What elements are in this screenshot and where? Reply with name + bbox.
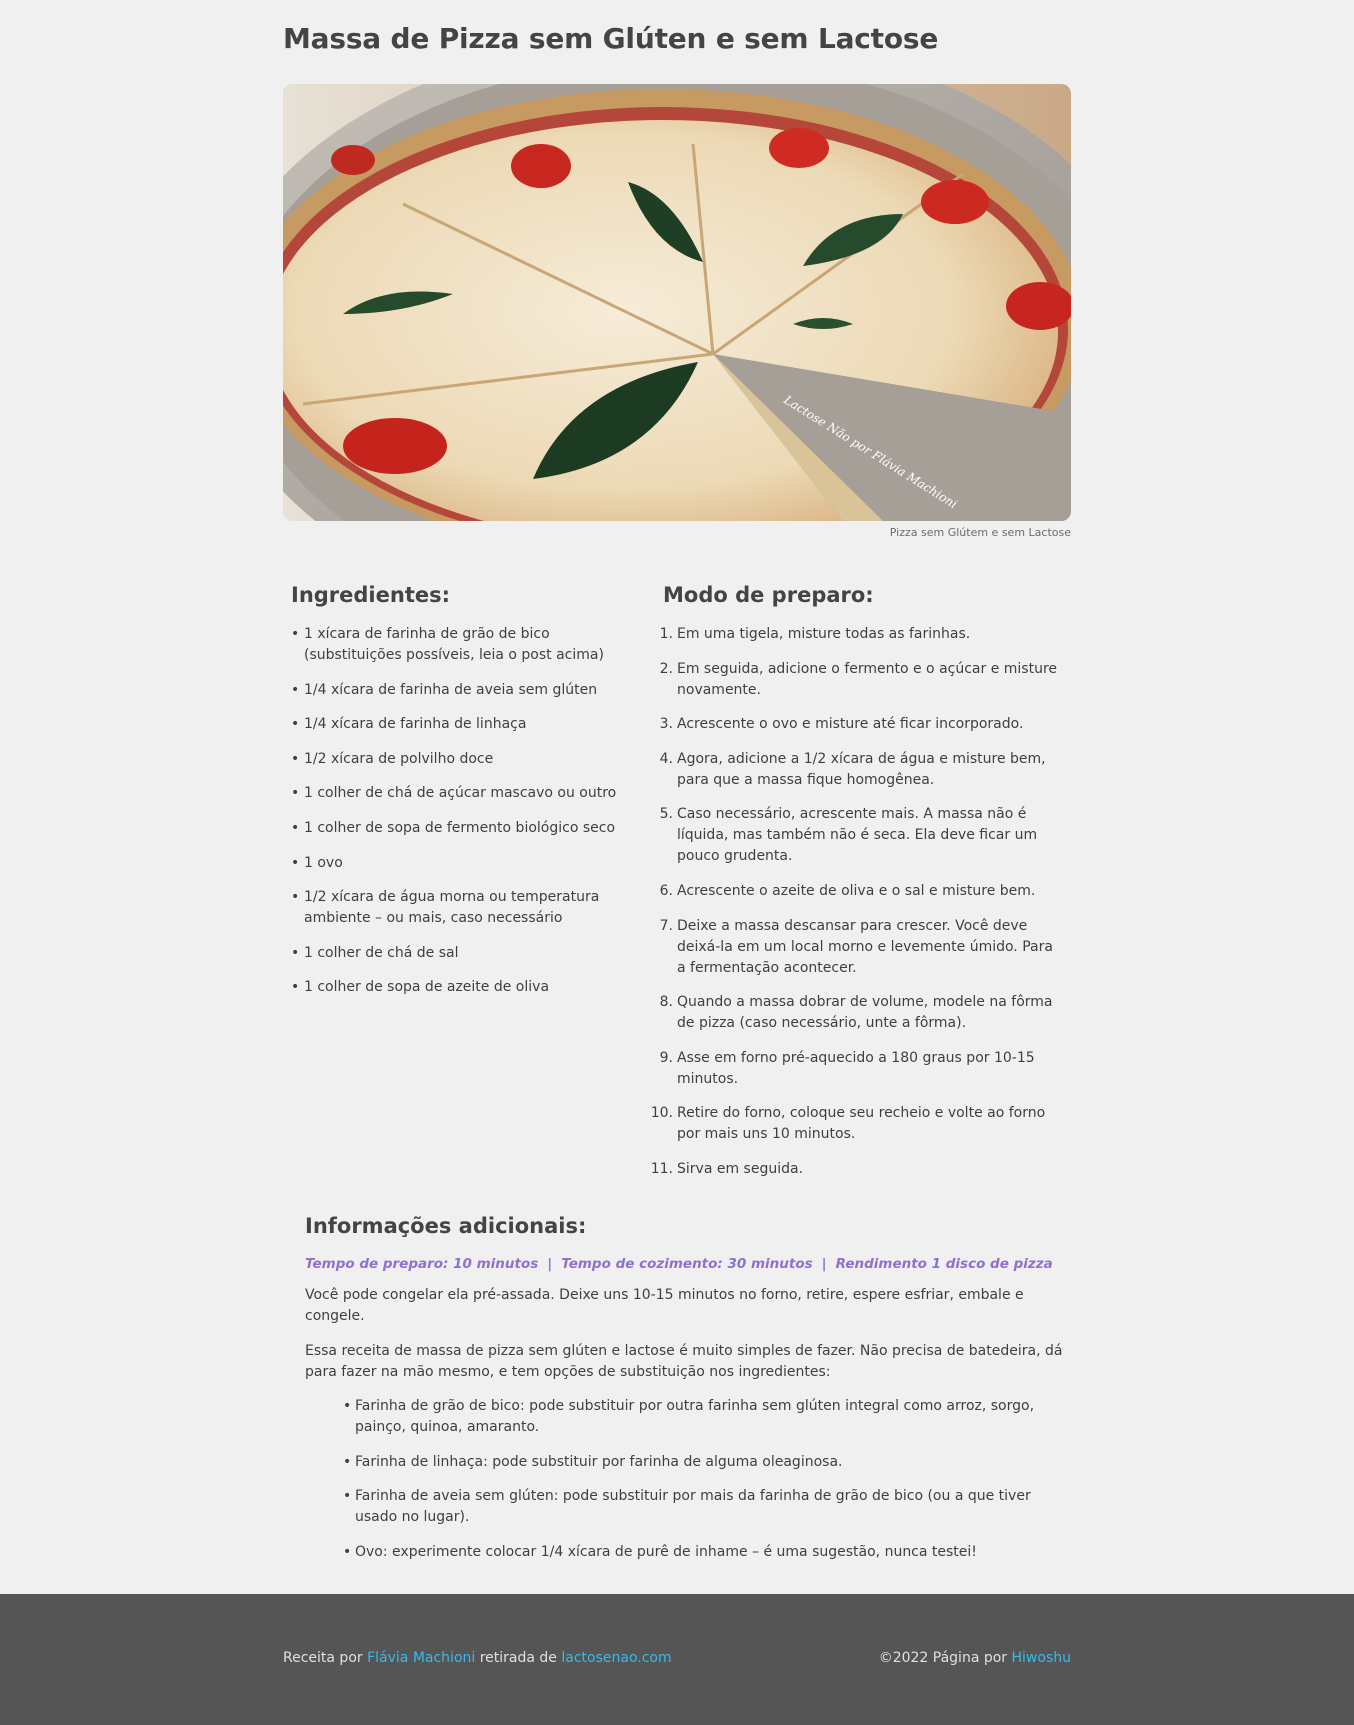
ingredient-item: 1 colher de chá de sal bbox=[291, 943, 621, 964]
step-number: 2. bbox=[659, 660, 673, 677]
recipe-yield: Rendimento 1 disco de pizza bbox=[835, 1256, 1053, 1272]
step-item: 11. Sirva em seguida. bbox=[651, 1159, 1063, 1180]
ingredients-section: Ingredientes: 1 xícara de farinha de grã… bbox=[291, 583, 621, 1012]
prep-time: Tempo de preparo: 10 minutos bbox=[305, 1256, 539, 1272]
recipe-by-label: Receita por bbox=[283, 1650, 363, 1666]
step-text: Acrescente o azeite de oliva e o sal e m… bbox=[677, 882, 1036, 899]
steps-list: 1. Em uma tigela, misture todas as farinh… bbox=[651, 624, 1063, 1180]
step-item: 1. Em uma tigela, misture todas as farinh… bbox=[659, 624, 1063, 645]
step-item: 3. Acrescente o ovo e misture até ficar i… bbox=[659, 714, 1063, 735]
step-item: 9. Asse em forno pré-aquecido a 180 graus… bbox=[659, 1048, 1063, 1090]
step-text: Sirva em seguida. bbox=[677, 1160, 804, 1177]
taken-from-label: retirada de bbox=[479, 1650, 557, 1666]
page-author-link[interactable]: Hiwoshu bbox=[1012, 1650, 1071, 1666]
ingredient-item: 1/2 xícara de água morna ou temperatura … bbox=[291, 887, 621, 929]
step-number: 10. bbox=[650, 1105, 673, 1122]
substitutions-list: Farinha de grão de bico: pode substituir… bbox=[305, 1396, 1065, 1563]
substitution-item: Ovo: experimente colocar 1/4 xícara de p… bbox=[343, 1542, 1065, 1563]
ingredient-item: 1 colher de chá de açúcar mascavo ou out… bbox=[291, 783, 621, 804]
step-text: Agora, adicione a 1/2 xícara de água e m… bbox=[677, 750, 1046, 788]
substitution-item: Farinha de grão de bico: pode substituir… bbox=[343, 1396, 1065, 1438]
step-text: Em seguida, adicione o fermento e o açúc… bbox=[677, 660, 1058, 698]
step-number: 7. bbox=[659, 917, 673, 934]
ingredients-list: 1 xícara de farinha de grão de bico (sub… bbox=[291, 624, 621, 998]
steps-section: Modo de preparo: 1. Em uma tigela, mistur… bbox=[651, 583, 1063, 1194]
step-number: 6. bbox=[659, 882, 673, 899]
recipe-meta: Tempo de preparo: 10 minutos | Tempo de co… bbox=[305, 1256, 1065, 1272]
step-text: Deixe a massa descansar para crescer. Vo… bbox=[677, 917, 1053, 976]
ingredient-item: 1/2 xícara de polvilho doce bbox=[291, 749, 621, 770]
image-caption: Pizza sem Glútem e sem Lactose bbox=[889, 526, 1071, 539]
ingredient-item: 1 ovo bbox=[291, 853, 621, 874]
ingredient-item: 1 colher de sopa de azeite de oliva bbox=[291, 977, 621, 998]
meta-separator: | bbox=[547, 1256, 553, 1272]
source-link[interactable]: lactosenao.com bbox=[561, 1650, 671, 1666]
step-item: 10. Retire do forno, coloque seu recheio … bbox=[651, 1103, 1063, 1145]
step-text: Retire do forno, coloque seu recheio e v… bbox=[677, 1105, 1046, 1143]
ingredient-item: 1 xícara de farinha de grão de bico (sub… bbox=[291, 624, 621, 666]
step-number: 1. bbox=[659, 626, 673, 642]
step-number: 4. bbox=[659, 750, 673, 767]
step-item: 6. Acrescente o azeite de oliva e o sal e… bbox=[659, 881, 1063, 902]
ingredient-item: 1 colher de sopa de fermento biológico s… bbox=[291, 818, 621, 839]
substitution-item: Farinha de aveia sem glúten: pode substi… bbox=[343, 1486, 1065, 1528]
page-title: Massa de Pizza sem Glúten e sem Lactose bbox=[283, 22, 939, 55]
step-item: 4. Agora, adicione a 1/2 xícara de água e… bbox=[659, 749, 1063, 791]
author-link[interactable]: Flávia Machioni bbox=[367, 1650, 475, 1666]
step-number: 9. bbox=[659, 1049, 673, 1066]
step-text: Acrescente o ovo e misture até ficar inc… bbox=[677, 716, 1024, 733]
step-item: 7. Deixe a massa descansar para crescer. … bbox=[659, 916, 1063, 979]
step-number: 11. bbox=[650, 1160, 673, 1177]
info-paragraph: Essa receita de massa de pizza sem glúte… bbox=[305, 1342, 1063, 1380]
additional-info-section: Informações adicionais: Tempo de preparo… bbox=[305, 1214, 1065, 1576]
footer-copyright: ©2022 Página por Hiwoshu bbox=[879, 1650, 1071, 1666]
steps-heading: Modo de preparo: bbox=[663, 583, 874, 607]
step-text: Em uma tigela, misture todas as farinhas… bbox=[677, 626, 971, 642]
substitution-item: Farinha de linhaça: pode substituir por … bbox=[343, 1452, 1065, 1473]
ingredient-item: 1/4 xícara de farinha de linhaça bbox=[291, 714, 621, 735]
info-paragraph: Você pode congelar ela pré-assada. Deixe… bbox=[305, 1287, 1024, 1324]
step-text: Quando a massa dobrar de volume, modele … bbox=[677, 994, 1053, 1032]
step-number: 8. bbox=[659, 994, 673, 1011]
info-heading: Informações adicionais: bbox=[305, 1214, 587, 1238]
meta-separator: | bbox=[821, 1256, 827, 1272]
step-item: 2. Em seguida, adicione o fermento e o aç… bbox=[659, 659, 1063, 701]
step-number: 3. bbox=[659, 716, 673, 733]
footer-credits: Receita por Flávia Machioni retirada de … bbox=[283, 1650, 672, 1666]
copyright-label: ©2022 Página por bbox=[878, 1650, 1008, 1666]
page-footer: Receita por Flávia Machioni retirada de … bbox=[0, 1594, 1354, 1725]
cook-time: Tempo de cozimento: 30 minutos bbox=[561, 1256, 813, 1272]
step-item: 5. Caso necessário, acrescente mais. A ma… bbox=[659, 804, 1063, 867]
ingredients-heading: Ingredientes: bbox=[291, 583, 450, 607]
ingredient-item: 1/4 xícara de farinha de aveia sem glúte… bbox=[291, 680, 621, 701]
step-text: Asse em forno pré-aquecido a 180 graus p… bbox=[677, 1049, 1035, 1087]
step-number: 5. bbox=[659, 806, 673, 823]
step-text: Caso necessário, acrescente mais. A mass… bbox=[677, 806, 1038, 865]
step-item: 8. Quando a massa dobrar de volume, model… bbox=[659, 992, 1063, 1034]
hero-image: Lactose Não por Flávia Machioni bbox=[283, 84, 1071, 521]
